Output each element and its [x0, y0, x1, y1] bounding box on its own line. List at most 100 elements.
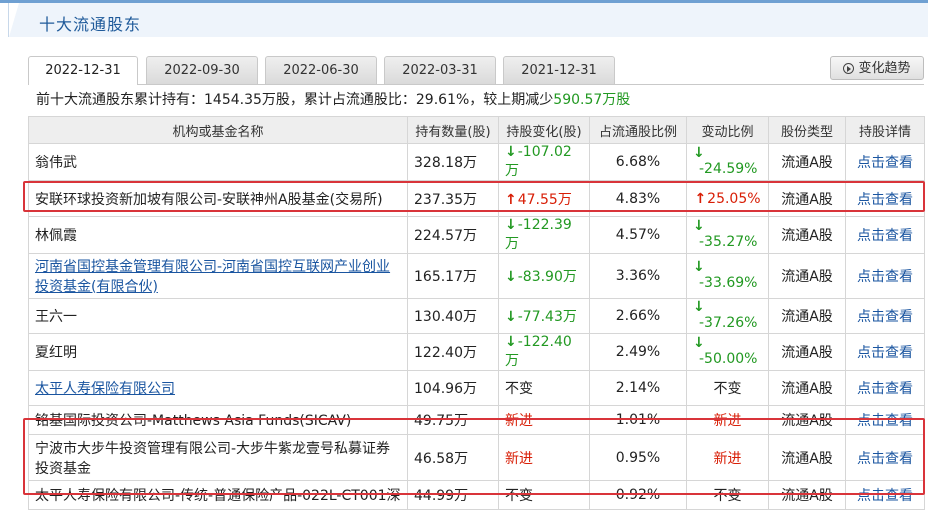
share-change-cell: 新进	[498, 405, 590, 435]
quantity-value: 328.18万	[414, 155, 477, 171]
table-row: 安联环球投资新加坡有限公司-安联神州A股基金(交易所) 237.35万 ↑47.55…	[28, 180, 925, 217]
float-ratio-value: 0.95%	[615, 449, 661, 466]
tab-2022-03-31[interactable]: 2022-03-31	[384, 56, 496, 84]
quantity-value: 130.40万	[414, 309, 477, 325]
holder-name-cell: 翁伟武	[28, 143, 408, 181]
share-change: ↓-107.02万	[505, 144, 572, 179]
trend-button-label: 变化趋势	[858, 61, 911, 76]
share-change-cell: 不变	[498, 370, 590, 406]
float-ratio-value: 2.66%	[615, 308, 661, 324]
share-type-value: 流通A股	[781, 191, 833, 208]
holder-name-link[interactable]: 河南省国控基金管理有限公司-河南省国控互联网产业创业投资基金(有限合伙)	[35, 259, 390, 295]
table-row: 太平人寿保险有限公司-传统-普通保险产品-022L-CT001深 44.99万 不变…	[28, 480, 925, 510]
view-detail-link[interactable]: 点击查看	[857, 488, 913, 504]
share-type-cell: 流通A股	[768, 370, 846, 406]
view-detail-link[interactable]: 点击查看	[857, 413, 913, 429]
change-pct-value: 25.05%	[707, 190, 761, 207]
view-detail-link[interactable]: 点击查看	[857, 269, 913, 285]
table-row: 太平人寿保险有限公司 104.96万 不变 2.14% 不变 流通A股 点击查看	[28, 370, 925, 406]
col-header-pct: 变动比例	[686, 116, 769, 144]
holder-name: 林佩霞	[35, 228, 77, 244]
quantity-value: 165.17万	[414, 269, 477, 285]
table-row: 王六一 130.40万 ↓-77.43万 2.66% ↓ -37.26% 流通A股 点击查看	[28, 298, 925, 334]
quantity-value: 104.96万	[414, 381, 477, 397]
holder-name-cell: 安联环球投资新加坡有限公司-安联神州A股基金(交易所)	[28, 180, 408, 217]
share-change-cell: ↓-77.43万	[498, 298, 590, 334]
change-pct-value: 不变	[713, 488, 742, 504]
view-detail-link[interactable]: 点击查看	[857, 309, 913, 325]
tab-2022-12-31[interactable]: 2022-12-31	[28, 56, 138, 85]
detail-cell: 点击查看	[845, 480, 925, 510]
holder-name-cell: 林佩霞	[28, 216, 408, 254]
float-ratio-cell: 0.92%	[589, 480, 687, 510]
header-corner	[9, 3, 19, 37]
share-type-cell: 流通A股	[768, 253, 846, 299]
view-detail-link[interactable]: 点击查看	[857, 345, 913, 361]
table-body: 翁伟武 328.18万 ↓-107.02万 6.68% ↓ -24.59% 流通A股 点击查看…	[28, 143, 925, 510]
summary-text: 前十大流通股东累计持有：1454.35万股，累计占流通股比：29.61%，较上期…	[36, 92, 554, 108]
arrow-up-icon: ↑	[694, 190, 707, 207]
share-type-value: 流通A股	[781, 488, 833, 504]
holder-name-cell: 铭基国际投资公司-Matthews Asia Funds(SICAV)	[28, 405, 408, 435]
share-change-cell: 不变	[498, 480, 590, 510]
change-pct-value: -35.27%	[699, 234, 758, 250]
change-pct: ↑25.05%	[694, 191, 760, 207]
float-ratio-cell: 6.68%	[589, 143, 687, 181]
share-type-value: 流通A股	[781, 413, 833, 429]
arrow-down-icon: ↓	[505, 217, 517, 233]
change-pct-cell: ↑25.05%	[686, 180, 769, 217]
share-type-value: 流通A股	[781, 228, 833, 244]
change-pct-cell: ↓ -24.59%	[686, 143, 769, 181]
tab-2022-06-30[interactable]: 2022-06-30	[265, 56, 377, 84]
change-pct-value: -24.59%	[699, 161, 758, 177]
float-ratio-cell: 4.57%	[589, 216, 687, 254]
detail-cell: 点击查看	[845, 143, 925, 181]
float-ratio-value: 2.49%	[615, 344, 661, 360]
view-detail-link[interactable]: 点击查看	[857, 192, 913, 208]
share-change-cell: 新进	[498, 434, 590, 481]
change-pct-value: -33.69%	[699, 275, 758, 291]
float-ratio-cell: 1.01%	[589, 405, 687, 435]
share-type-cell: 流通A股	[768, 143, 846, 181]
share-type-cell: 流通A股	[768, 216, 846, 254]
change-pct-cell: ↓ -37.26%	[686, 298, 769, 334]
arrow-down-icon: ↓	[693, 218, 705, 234]
share-type-cell: 流通A股	[768, 333, 846, 371]
share-type-cell: 流通A股	[768, 180, 846, 217]
share-type-value: 流通A股	[781, 155, 833, 171]
share-change-cell: ↓-122.40万	[498, 333, 590, 371]
float-ratio-value: 4.57%	[615, 227, 661, 243]
view-detail-link[interactable]: 点击查看	[857, 381, 913, 397]
share-type-value: 流通A股	[781, 381, 833, 397]
tab-2022-09-30[interactable]: 2022-09-30	[146, 56, 258, 84]
holder-name-link[interactable]: 太平人寿保险有限公司	[35, 381, 175, 397]
float-ratio-cell: 4.83%	[589, 180, 687, 217]
holder-name: 安联环球投资新加坡有限公司-安联神州A股基金(交易所)	[35, 191, 383, 208]
view-detail-link[interactable]: 点击查看	[857, 155, 913, 171]
trend-button[interactable]: 变化趋势	[830, 56, 924, 80]
quantity-cell: 122.40万	[407, 333, 499, 371]
quantity-cell: 165.17万	[407, 253, 499, 299]
float-ratio-cell: 2.14%	[589, 370, 687, 406]
share-change-value: 47.55万	[517, 191, 572, 208]
section-title: 十大流通股东	[39, 15, 142, 34]
share-change-cell: ↓-107.02万	[498, 143, 590, 181]
holder-name-cell: 太平人寿保险有限公司-传统-普通保险产品-022L-CT001深	[28, 480, 408, 510]
share-change-value: 不变	[505, 488, 533, 504]
view-detail-link[interactable]: 点击查看	[857, 451, 913, 467]
tab-2021-12-31[interactable]: 2021-12-31	[503, 56, 615, 84]
holder-name: 铭基国际投资公司-Matthews Asia Funds(SICAV)	[35, 413, 352, 429]
detail-cell: 点击查看	[845, 405, 925, 435]
arrow-down-icon: ↓	[693, 299, 705, 315]
holder-name: 夏红明	[35, 345, 77, 361]
share-type-cell: 流通A股	[768, 480, 846, 510]
share-change-cell: ↑47.55万	[498, 180, 590, 217]
col-header-qty: 持有数量(股)	[407, 116, 499, 144]
change-pct-cell: ↓ -33.69%	[686, 253, 769, 299]
share-type-cell: 流通A股	[768, 405, 846, 435]
detail-cell: 点击查看	[845, 253, 925, 299]
holder-name-cell: 王六一	[28, 298, 408, 334]
view-detail-link[interactable]: 点击查看	[857, 228, 913, 244]
col-header-type: 股份类型	[768, 116, 846, 144]
change-pct-value: -50.00%	[699, 351, 758, 367]
